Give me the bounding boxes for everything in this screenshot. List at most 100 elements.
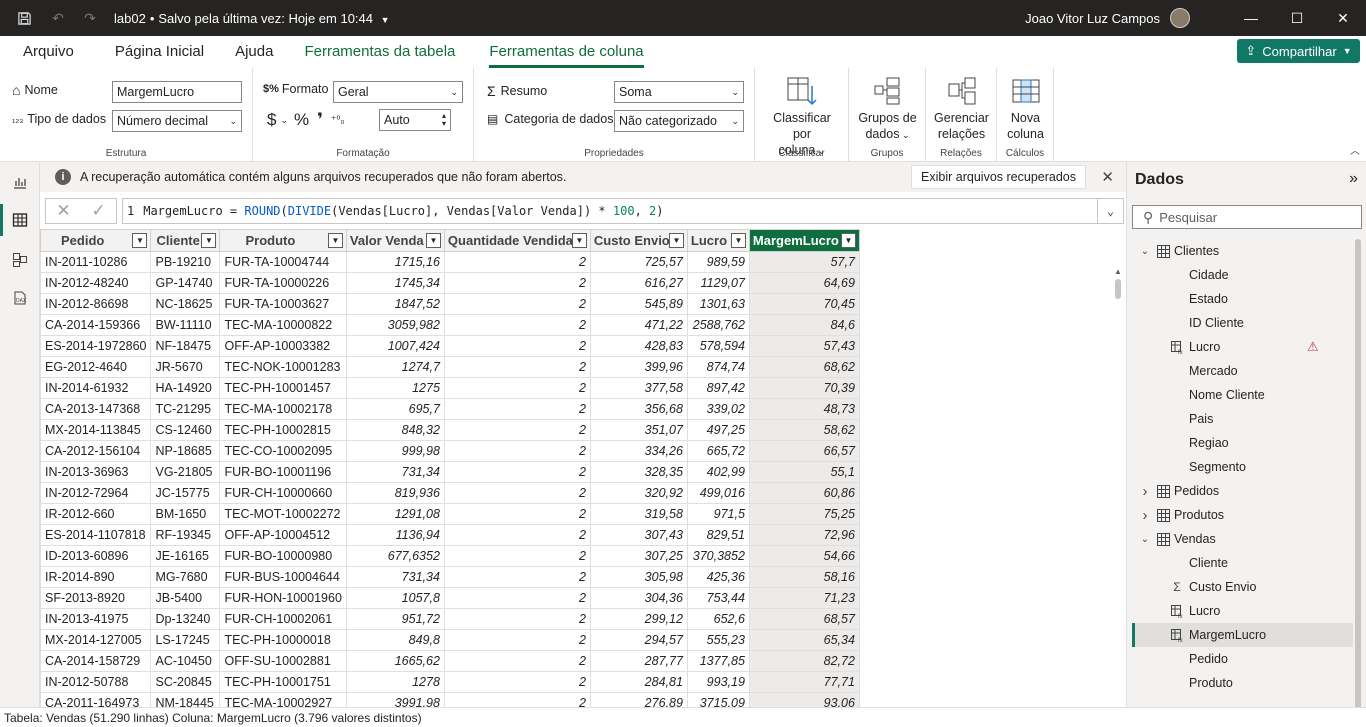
table-cell[interactable]: 848,32 bbox=[345, 419, 445, 441]
comma-button[interactable]: ❜ bbox=[317, 110, 323, 130]
minimize-icon[interactable]: ― bbox=[1228, 0, 1274, 36]
table-cell[interactable]: 351,07 bbox=[589, 419, 688, 441]
table-cell[interactable]: 1129,07 bbox=[686, 272, 750, 294]
table-cell[interactable]: JR-5670 bbox=[150, 356, 221, 378]
tree-table-item[interactable]: › Pedidos bbox=[1132, 479, 1353, 503]
table-cell[interactable]: 1274,7 bbox=[345, 356, 445, 378]
tree-field-item[interactable]: Pais bbox=[1132, 407, 1353, 431]
table-cell[interactable]: 874,74 bbox=[686, 356, 750, 378]
tab-ferramentas-coluna[interactable]: Ferramentas de coluna bbox=[489, 43, 644, 68]
table-cell[interactable]: 356,68 bbox=[589, 398, 688, 420]
table-cell[interactable]: NF-18475 bbox=[150, 335, 221, 357]
table-cell[interactable]: 2 bbox=[443, 503, 591, 525]
table-cell[interactable]: 276,89 bbox=[589, 692, 688, 707]
table-cell[interactable]: TEC-MA-10002927 bbox=[219, 692, 347, 707]
table-cell[interactable]: 2 bbox=[443, 692, 591, 707]
grid-scrollbar[interactable]: ▲ bbox=[1113, 267, 1123, 707]
chevron-down-icon[interactable]: ⌄ bbox=[1139, 246, 1151, 257]
table-cell[interactable]: ID-2013-60896 bbox=[40, 545, 152, 567]
chevron-down-icon[interactable]: ▼ bbox=[381, 15, 390, 25]
search-input[interactable]: ⚲ Pesquisar bbox=[1132, 205, 1362, 229]
chevron-down-icon[interactable]: ⌄ bbox=[280, 115, 288, 126]
column-header[interactable]: Custo Envio ▼ bbox=[589, 229, 688, 252]
table-cell[interactable]: 2 bbox=[443, 587, 591, 609]
tab-ajuda[interactable]: Ajuda bbox=[235, 43, 273, 68]
user-name[interactable]: Joao Vitor Luz Campos bbox=[1025, 11, 1160, 26]
table-cell[interactable]: IN-2013-41975 bbox=[40, 608, 152, 630]
sort-by-column-button[interactable]: Classificar por coluna ⌄ bbox=[763, 76, 841, 159]
table-cell[interactable]: 616,27 bbox=[589, 272, 688, 294]
table-cell[interactable]: 2 bbox=[443, 629, 591, 651]
table-cell[interactable]: 402,99 bbox=[686, 461, 750, 483]
column-header[interactable]: MargemLucro ▼ bbox=[748, 229, 860, 252]
table-cell[interactable]: 989,59 bbox=[686, 251, 750, 273]
table-cell[interactable]: 695,7 bbox=[345, 398, 445, 420]
table-cell[interactable]: 304,36 bbox=[589, 587, 688, 609]
filter-dropdown-icon[interactable]: ▼ bbox=[201, 233, 217, 248]
filter-dropdown-icon[interactable]: ▼ bbox=[840, 233, 856, 248]
table-cell[interactable]: 370,3852 bbox=[686, 545, 750, 567]
tree-field-item[interactable]: Pedido bbox=[1132, 647, 1353, 671]
table-cell[interactable]: ES-2014-1107818 bbox=[40, 524, 152, 546]
filter-dropdown-icon[interactable]: ▼ bbox=[730, 233, 746, 248]
table-cell[interactable]: 1278 bbox=[345, 671, 445, 693]
table-cell[interactable]: 70,45 bbox=[748, 293, 860, 315]
table-cell[interactable]: Dp-13240 bbox=[150, 608, 221, 630]
table-cell[interactable]: 3059,982 bbox=[345, 314, 445, 336]
percent-button[interactable]: % bbox=[294, 110, 309, 130]
avatar[interactable] bbox=[1170, 8, 1190, 28]
table-cell[interactable]: IN-2012-72964 bbox=[40, 482, 152, 504]
report-view-icon[interactable] bbox=[8, 170, 32, 194]
manage-relationships-button[interactable]: Gerenciar relações bbox=[930, 76, 993, 142]
table-cell[interactable]: IN-2012-48240 bbox=[40, 272, 152, 294]
table-cell[interactable]: 399,96 bbox=[589, 356, 688, 378]
table-cell[interactable]: 1847,52 bbox=[345, 293, 445, 315]
close-icon[interactable]: ✕ bbox=[1101, 168, 1114, 186]
table-cell[interactable]: AC-10450 bbox=[150, 650, 221, 672]
new-column-button[interactable]: Nova coluna bbox=[1001, 76, 1050, 142]
table-cell[interactable]: 2 bbox=[443, 356, 591, 378]
table-cell[interactable]: 2 bbox=[443, 272, 591, 294]
table-cell[interactable]: 753,44 bbox=[686, 587, 750, 609]
table-cell[interactable]: 819,936 bbox=[345, 482, 445, 504]
table-cell[interactable]: NP-18685 bbox=[150, 440, 221, 462]
column-header[interactable]: Quantidade Vendida ▼ bbox=[443, 229, 591, 252]
table-cell[interactable]: 2 bbox=[443, 314, 591, 336]
table-cell[interactable]: FUR-TA-10004744 bbox=[219, 251, 347, 273]
table-cell[interactable]: 48,73 bbox=[748, 398, 860, 420]
table-cell[interactable]: 731,34 bbox=[345, 461, 445, 483]
table-cell[interactable]: TEC-PH-10001751 bbox=[219, 671, 347, 693]
table-cell[interactable]: 305,98 bbox=[589, 566, 688, 588]
table-cell[interactable]: CA-2012-156104 bbox=[40, 440, 152, 462]
table-cell[interactable]: CA-2014-159366 bbox=[40, 314, 152, 336]
table-cell[interactable]: IN-2013-36963 bbox=[40, 461, 152, 483]
table-cell[interactable]: 57,43 bbox=[748, 335, 860, 357]
table-cell[interactable]: 2 bbox=[443, 335, 591, 357]
table-cell[interactable]: PB-19210 bbox=[150, 251, 221, 273]
table-cell[interactable]: ES-2014-1972860 bbox=[40, 335, 152, 357]
table-cell[interactable]: TEC-MOT-10002272 bbox=[219, 503, 347, 525]
table-cell[interactable]: EG-2012-4640 bbox=[40, 356, 152, 378]
filter-dropdown-icon[interactable]: ▼ bbox=[571, 233, 587, 248]
table-cell[interactable]: 951,72 bbox=[345, 608, 445, 630]
table-cell[interactable]: 1007,424 bbox=[345, 335, 445, 357]
table-cell[interactable]: 84,6 bbox=[748, 314, 860, 336]
table-cell[interactable]: 334,26 bbox=[589, 440, 688, 462]
table-cell[interactable]: 2 bbox=[443, 566, 591, 588]
table-cell[interactable]: 68,62 bbox=[748, 356, 860, 378]
table-cell[interactable]: CS-12460 bbox=[150, 419, 221, 441]
table-cell[interactable]: VG-21805 bbox=[150, 461, 221, 483]
table-cell[interactable]: 993,19 bbox=[686, 671, 750, 693]
chevron-right-icon[interactable]: › bbox=[1139, 483, 1151, 500]
table-cell[interactable]: 2 bbox=[443, 251, 591, 273]
table-cell[interactable]: 72,96 bbox=[748, 524, 860, 546]
table-cell[interactable]: 77,71 bbox=[748, 671, 860, 693]
table-cell[interactable]: 731,34 bbox=[345, 566, 445, 588]
filter-dropdown-icon[interactable]: ▼ bbox=[132, 233, 148, 248]
currency-button[interactable]: $ bbox=[267, 110, 276, 130]
tree-field-item[interactable]: Estado bbox=[1132, 287, 1353, 311]
table-cell[interactable]: RF-19345 bbox=[150, 524, 221, 546]
scroll-up-icon[interactable]: ▲ bbox=[1114, 267, 1122, 276]
tab-pagina-inicial[interactable]: Página Inicial bbox=[115, 43, 204, 68]
column-header[interactable]: Produto ▼ bbox=[219, 229, 347, 252]
